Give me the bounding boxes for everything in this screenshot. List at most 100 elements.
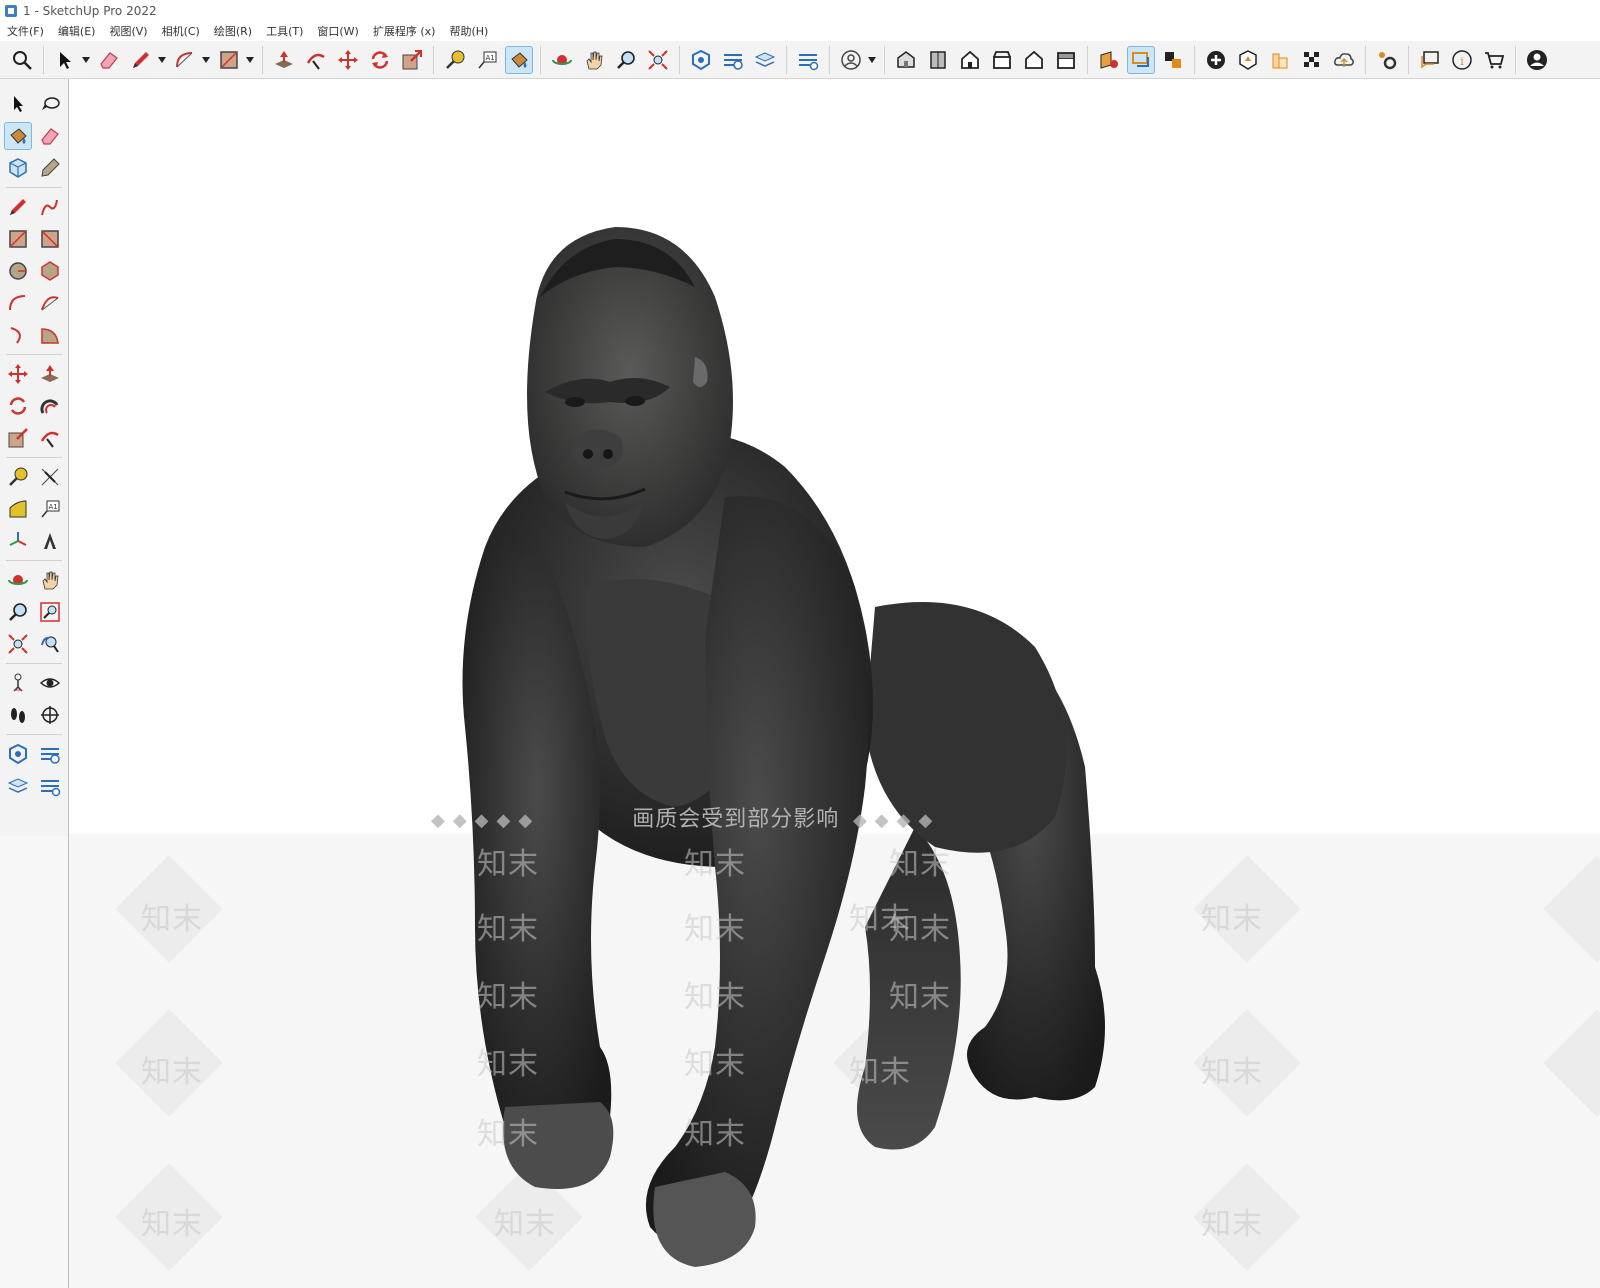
text-icon[interactable]: A1 [473, 46, 501, 74]
move-icon[interactable] [334, 46, 362, 74]
zoom-icon[interactable] [612, 46, 640, 74]
pencil-icon[interactable] [127, 46, 155, 74]
push-pull-icon[interactable] [270, 46, 298, 74]
menu-help[interactable]: 帮助(H) [442, 22, 495, 41]
upload-icon[interactable] [1330, 46, 1358, 74]
chevron-down-icon[interactable] [81, 46, 91, 74]
extension-warehouse-icon[interactable] [36, 740, 64, 768]
orbit-icon[interactable] [548, 46, 576, 74]
move-icon[interactable] [4, 360, 32, 388]
text-icon[interactable]: A1 [36, 495, 64, 523]
chevron-down-icon[interactable] [245, 46, 255, 74]
follow-me-icon[interactable] [36, 424, 64, 452]
walk-icon[interactable] [4, 701, 32, 729]
tape-measure-icon[interactable] [4, 463, 32, 491]
polygon-icon[interactable] [36, 257, 64, 285]
look-around-icon[interactable] [36, 669, 64, 697]
top-view-icon[interactable] [924, 46, 952, 74]
paint-bucket-icon[interactable] [505, 45, 533, 74]
tape-measure-icon[interactable] [441, 46, 469, 74]
eraser-icon[interactable] [95, 46, 123, 74]
section-fill-icon[interactable] [1159, 46, 1187, 74]
pie-icon[interactable] [36, 321, 64, 349]
freehand-icon[interactable] [36, 193, 64, 221]
chevron-down-icon[interactable] [157, 46, 167, 74]
right-view-icon[interactable] [988, 46, 1016, 74]
extension-manager-icon[interactable] [794, 46, 822, 74]
section-plane-icon[interactable] [1095, 46, 1123, 74]
scale-icon[interactable] [398, 46, 426, 74]
three-point-arc-icon[interactable] [4, 321, 32, 349]
back-view-icon[interactable] [1020, 46, 1048, 74]
eraser-icon[interactable] [36, 122, 64, 150]
circle-icon[interactable] [4, 257, 32, 285]
position-camera-icon[interactable] [4, 669, 32, 697]
axes-icon[interactable] [4, 527, 32, 555]
pencil-icon[interactable] [4, 193, 32, 221]
left-view-icon[interactable] [1052, 46, 1080, 74]
two-point-arc-icon[interactable] [36, 289, 64, 317]
offset-icon[interactable] [36, 392, 64, 420]
gorilla-model[interactable] [395, 167, 1115, 1287]
select-icon[interactable] [4, 90, 32, 118]
rectangle-icon[interactable] [4, 225, 32, 253]
menu-window[interactable]: 窗口(W) [310, 22, 365, 41]
3d-text-icon[interactable] [36, 527, 64, 555]
rotated-rectangle-icon[interactable] [36, 225, 64, 253]
arc-icon[interactable] [171, 46, 199, 74]
menu-extensions[interactable]: 扩展程序 (x) [366, 22, 443, 41]
add-location-icon[interactable] [1202, 46, 1230, 74]
3d-warehouse-icon[interactable] [4, 740, 32, 768]
zoom-extents-icon[interactable] [4, 630, 32, 658]
protractor-icon[interactable] [4, 495, 32, 523]
paint-bucket-icon[interactable] [4, 122, 32, 150]
zoom-extents-icon[interactable] [644, 46, 672, 74]
zoom-window-icon[interactable] [36, 598, 64, 626]
menu-draw[interactable]: 绘图(R) [207, 22, 259, 41]
follow-me-icon[interactable] [302, 46, 330, 74]
info-icon[interactable]: i [1448, 46, 1476, 74]
iso-view-icon[interactable] [892, 46, 920, 74]
account-icon[interactable] [837, 46, 865, 74]
push-pull-icon[interactable] [36, 360, 64, 388]
select-icon[interactable] [51, 46, 79, 74]
dimension-icon[interactable] [36, 463, 64, 491]
scale-icon[interactable] [4, 424, 32, 452]
orbit-icon[interactable] [4, 566, 32, 594]
front-view-icon[interactable] [956, 46, 984, 74]
section-plane-icon[interactable] [36, 701, 64, 729]
rotate-icon[interactable] [366, 46, 394, 74]
menu-edit[interactable]: 编辑(E) [51, 22, 103, 41]
drawing-viewport[interactable]: ◆◆◆◆◆ 画质会受到部分影响 ◆◆◆◆ 知末 知末 知末 知末 知末 知末 知末… [69, 79, 1600, 1288]
display-section-icon[interactable] [1127, 45, 1155, 74]
menu-file[interactable]: 文件(F) [0, 22, 51, 41]
toggle-terrain-icon[interactable] [1234, 46, 1262, 74]
previous-view-icon[interactable] [36, 630, 64, 658]
make-component-icon[interactable] [4, 154, 32, 182]
layout-icon[interactable] [4, 772, 32, 800]
menu-camera[interactable]: 相机(C) [155, 22, 207, 41]
chevron-down-icon[interactable] [201, 46, 211, 74]
match-photo-icon[interactable] [1266, 46, 1294, 74]
3d-warehouse-icon[interactable] [687, 46, 715, 74]
pan-icon[interactable] [580, 46, 608, 74]
settings-icon[interactable] [1373, 46, 1401, 74]
profile-icon[interactable] [1523, 46, 1551, 74]
rectangle-icon[interactable] [215, 46, 243, 74]
message-icon[interactable] [1416, 46, 1444, 74]
lasso-select-icon[interactable] [36, 90, 64, 118]
menu-tools[interactable]: 工具(T) [259, 22, 310, 41]
sandbox-icon[interactable] [1298, 46, 1326, 74]
pan-icon[interactable] [36, 566, 64, 594]
extension-manager-icon[interactable] [36, 772, 64, 800]
search-icon[interactable] [8, 46, 36, 74]
extension-warehouse-icon[interactable] [719, 46, 747, 74]
cart-icon[interactable] [1480, 46, 1508, 74]
menu-view[interactable]: 视图(V) [102, 22, 154, 41]
tag-icon[interactable] [36, 154, 64, 182]
chevron-down-icon[interactable] [867, 46, 877, 74]
layout-icon[interactable] [751, 46, 779, 74]
arc-icon[interactable] [4, 289, 32, 317]
zoom-icon[interactable] [4, 598, 32, 626]
rotate-icon[interactable] [4, 392, 32, 420]
